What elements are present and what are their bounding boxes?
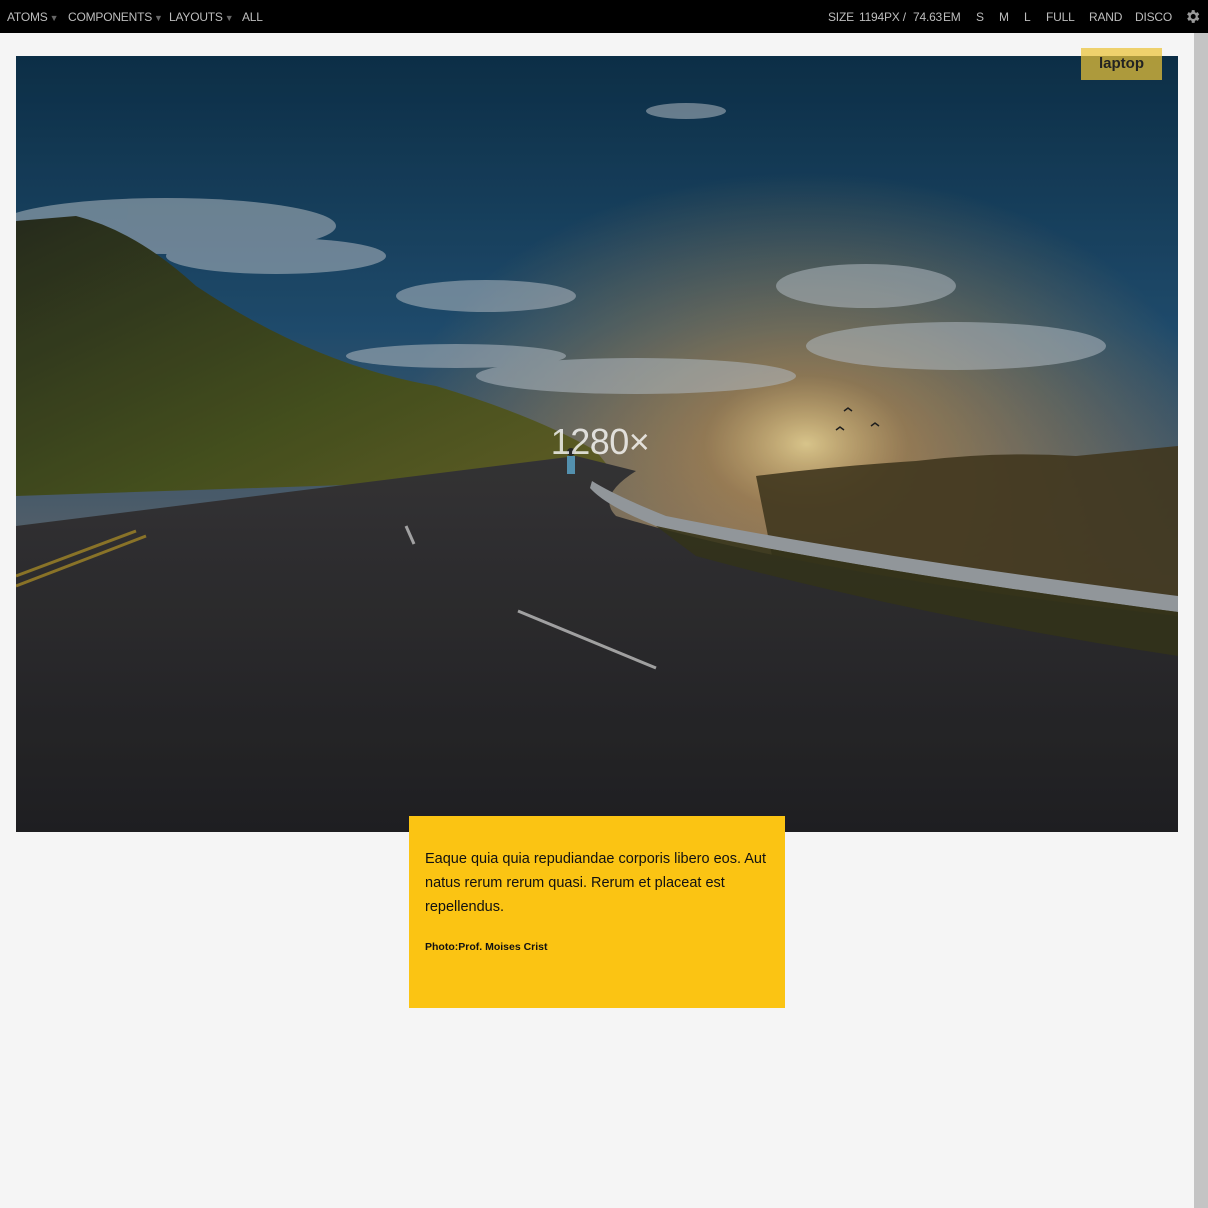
size-label: SIZE <box>828 10 854 24</box>
image-dimension-label: 1280× <box>550 421 650 462</box>
size-full-button[interactable]: FULL <box>1046 10 1075 24</box>
caret-down-icon: ▼ <box>154 13 163 23</box>
disco-mode-button[interactable]: DISCO <box>1135 10 1172 24</box>
breakpoint-badge: laptop <box>1081 48 1162 80</box>
viewport-resize-handle[interactable] <box>1194 33 1208 1208</box>
nav-components[interactable]: COMPONENTS ▼ <box>68 10 163 25</box>
size-small-button[interactable]: S <box>976 10 984 24</box>
size-em-unit: EM <box>943 10 961 24</box>
image-caption-box: Eaque quia quia repudiandae corporis lib… <box>409 816 785 1008</box>
nav-atoms-label: ATOMS <box>7 10 48 24</box>
pattern-lab-toolbar: ATOMS ▼ COMPONENTS ▼ LAYOUTS ▼ ALL SIZE 119… <box>0 0 1208 33</box>
size-random-button[interactable]: RAND <box>1089 10 1122 24</box>
photo-credit: Photo:Prof. Moises Crist <box>425 941 548 953</box>
size-medium-button[interactable]: M <box>999 10 1009 24</box>
size-large-button[interactable]: L <box>1024 10 1031 24</box>
nav-layouts-label: LAYOUTS <box>169 10 223 24</box>
caption-text: Eaque quia quia repudiandae corporis lib… <box>425 851 766 915</box>
nav-all[interactable]: ALL <box>242 10 263 24</box>
hero-image: 1280× <box>16 56 1178 832</box>
size-px-value[interactable]: 1194 <box>859 10 884 24</box>
nav-components-label: COMPONENTS <box>68 10 153 24</box>
size-px-unit: PX / <box>884 10 906 24</box>
caret-down-icon: ▼ <box>49 13 59 23</box>
gear-icon[interactable] <box>1184 8 1201 25</box>
nav-atoms[interactable]: ATOMS ▼ <box>7 10 58 25</box>
size-em-value[interactable]: 74.63 <box>913 10 942 24</box>
caret-down-icon: ▼ <box>224 13 234 23</box>
nav-layouts[interactable]: LAYOUTS ▼ <box>169 10 234 25</box>
